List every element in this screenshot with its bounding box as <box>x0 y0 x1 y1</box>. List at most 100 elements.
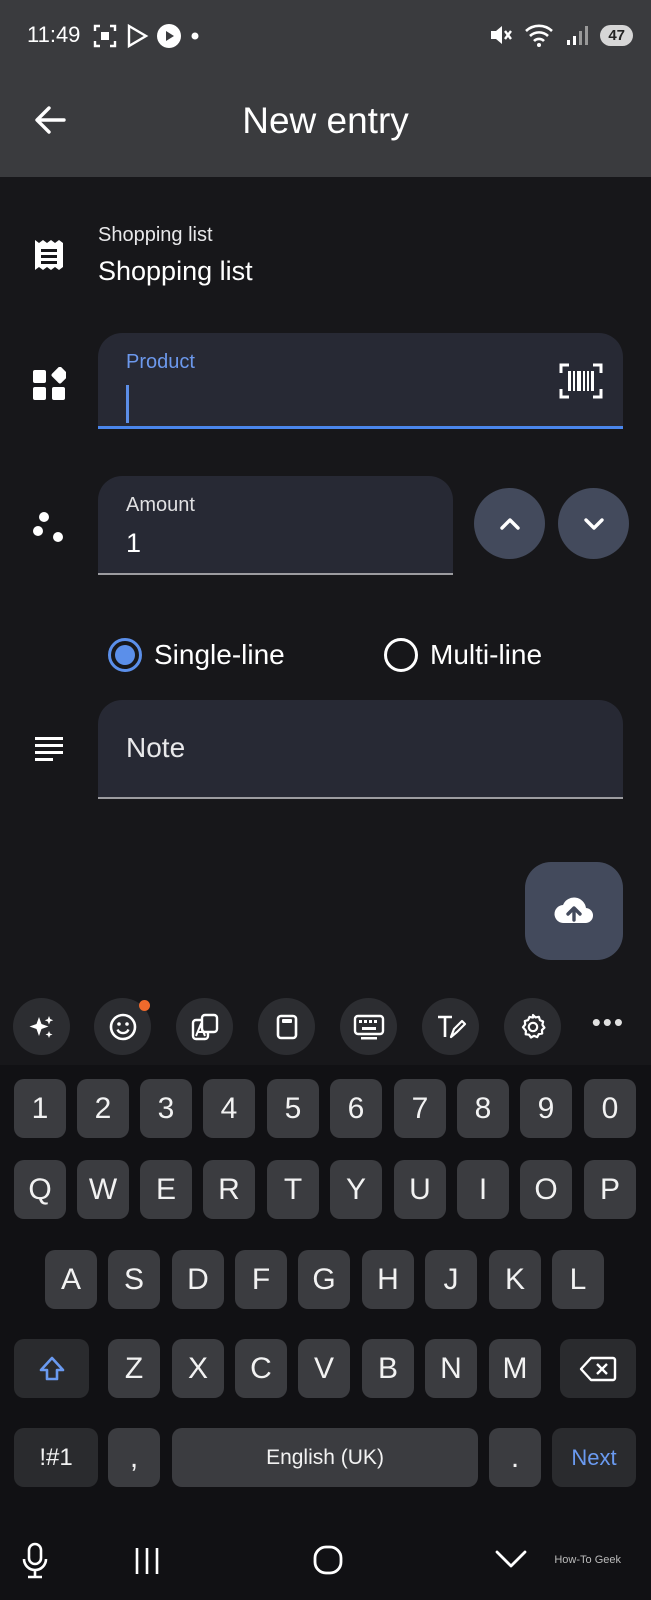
key-5[interactable]: 5 <box>267 1079 319 1138</box>
key-a[interactable]: A <box>45 1250 97 1309</box>
symbols-key[interactable]: !#1 <box>14 1428 98 1487</box>
note-field[interactable]: Note <box>98 700 623 799</box>
key-w[interactable]: W <box>77 1160 129 1219</box>
barcode-scan-icon[interactable] <box>559 363 603 399</box>
save-button[interactable] <box>525 862 623 960</box>
key-8[interactable]: 8 <box>457 1079 509 1138</box>
sparkle-icon <box>29 1015 53 1038</box>
text-pen-icon <box>437 1015 466 1038</box>
product-field[interactable]: Product <box>98 333 623 429</box>
clipboard-icon <box>276 1014 297 1039</box>
key-e[interactable]: E <box>140 1160 192 1219</box>
comma-key[interactable]: , <box>108 1428 160 1487</box>
single-line-label: Single-line <box>154 639 285 670</box>
key-k[interactable]: K <box>489 1250 541 1309</box>
notification-dot-icon <box>191 32 199 40</box>
keyboard-mode-button[interactable] <box>340 998 397 1055</box>
multi-line-label: Multi-line <box>430 639 543 670</box>
key-b[interactable]: B <box>362 1339 414 1398</box>
key-0[interactable]: 0 <box>584 1079 636 1138</box>
shopping-list-label: Shopping list <box>98 224 213 246</box>
clipboard-button[interactable] <box>258 998 315 1055</box>
play-store-icon <box>127 23 149 49</box>
key-o[interactable]: O <box>520 1160 572 1219</box>
increase-amount-button[interactable] <box>474 488 545 559</box>
key-i[interactable]: I <box>457 1160 509 1219</box>
microphone-icon[interactable] <box>20 1542 50 1580</box>
backspace-key[interactable] <box>560 1339 636 1398</box>
battery-indicator: 47 <box>600 24 633 46</box>
emoji-icon <box>109 1013 136 1040</box>
key-j[interactable]: J <box>425 1250 477 1309</box>
key-6[interactable]: 6 <box>330 1079 382 1138</box>
handwriting-button[interactable] <box>422 998 479 1055</box>
multi-line-radio[interactable]: Multi-line <box>384 638 542 672</box>
key-c[interactable]: C <box>235 1339 287 1398</box>
key-3[interactable]: 3 <box>140 1079 192 1138</box>
translate-button[interactable] <box>176 998 233 1055</box>
navigation-bar: How-To Geek <box>0 1524 651 1600</box>
key-t[interactable]: T <box>267 1160 319 1219</box>
radio-unselected-icon <box>384 638 418 672</box>
page-title: New entry <box>242 100 409 141</box>
keyboard-settings-button[interactable] <box>504 998 561 1055</box>
key-z[interactable]: Z <box>108 1339 160 1398</box>
shopping-list-selector[interactable]: Shopping list <box>98 256 253 287</box>
scatter-dots-icon <box>33 512 63 542</box>
radio-selected-icon <box>108 638 142 672</box>
key-x[interactable]: X <box>172 1339 224 1398</box>
key-y[interactable]: Y <box>330 1160 382 1219</box>
watermark: How-To Geek <box>554 1554 621 1566</box>
gear-icon <box>521 1013 545 1039</box>
key-h[interactable]: H <box>362 1250 414 1309</box>
cloud-upload-icon <box>554 897 594 924</box>
chevron-up-icon <box>499 517 520 530</box>
youtube-icon <box>157 24 181 48</box>
key-2[interactable]: 2 <box>77 1079 129 1138</box>
mute-icon <box>491 26 513 44</box>
period-key[interactable]: . <box>489 1428 541 1487</box>
key-1[interactable]: 1 <box>14 1079 66 1138</box>
wifi-icon <box>525 24 554 47</box>
key-4[interactable]: 4 <box>203 1079 255 1138</box>
key-u[interactable]: U <box>394 1160 446 1219</box>
home-icon[interactable] <box>312 1542 344 1578</box>
key-g[interactable]: G <box>298 1250 350 1309</box>
shift-key[interactable] <box>14 1339 89 1398</box>
amount-label: Amount <box>126 494 195 516</box>
amount-field[interactable]: Amount 1 <box>98 476 453 575</box>
key-7[interactable]: 7 <box>394 1079 446 1138</box>
single-line-radio[interactable]: Single-line <box>108 638 285 672</box>
decrease-amount-button[interactable] <box>558 488 629 559</box>
screenshot-icon <box>93 24 117 48</box>
more-options-icon[interactable]: ••• <box>592 1007 625 1038</box>
key-m[interactable]: M <box>489 1339 541 1398</box>
product-label: Product <box>126 351 195 373</box>
status-time: 11:49 <box>27 22 81 47</box>
key-n[interactable]: N <box>425 1339 477 1398</box>
hide-keyboard-icon[interactable] <box>494 1542 528 1578</box>
key-f[interactable]: F <box>235 1250 287 1309</box>
key-d[interactable]: D <box>172 1250 224 1309</box>
key-v[interactable]: V <box>298 1339 350 1398</box>
backspace-icon <box>579 1356 617 1381</box>
space-key[interactable]: English (UK) <box>172 1428 478 1487</box>
key-p[interactable]: P <box>584 1160 636 1219</box>
ai-sparkle-button[interactable] <box>13 998 70 1055</box>
amount-value: 1 <box>126 528 142 558</box>
next-key[interactable]: Next <box>552 1428 636 1487</box>
key-9[interactable]: 9 <box>520 1079 572 1138</box>
shift-icon <box>39 1356 64 1380</box>
receipt-icon <box>35 240 63 270</box>
key-q[interactable]: Q <box>14 1160 66 1219</box>
recent-apps-icon[interactable] <box>132 1542 162 1578</box>
notes-icon <box>35 737 63 761</box>
text-cursor <box>126 385 129 423</box>
keyboard-toolbar: ••• <box>0 985 651 1065</box>
key-s[interactable]: S <box>108 1250 160 1309</box>
note-placeholder: Note <box>126 732 186 763</box>
chevron-down-icon <box>583 517 604 530</box>
key-r[interactable]: R <box>203 1160 255 1219</box>
key-l[interactable]: L <box>552 1250 604 1309</box>
signal-icon <box>567 26 589 45</box>
